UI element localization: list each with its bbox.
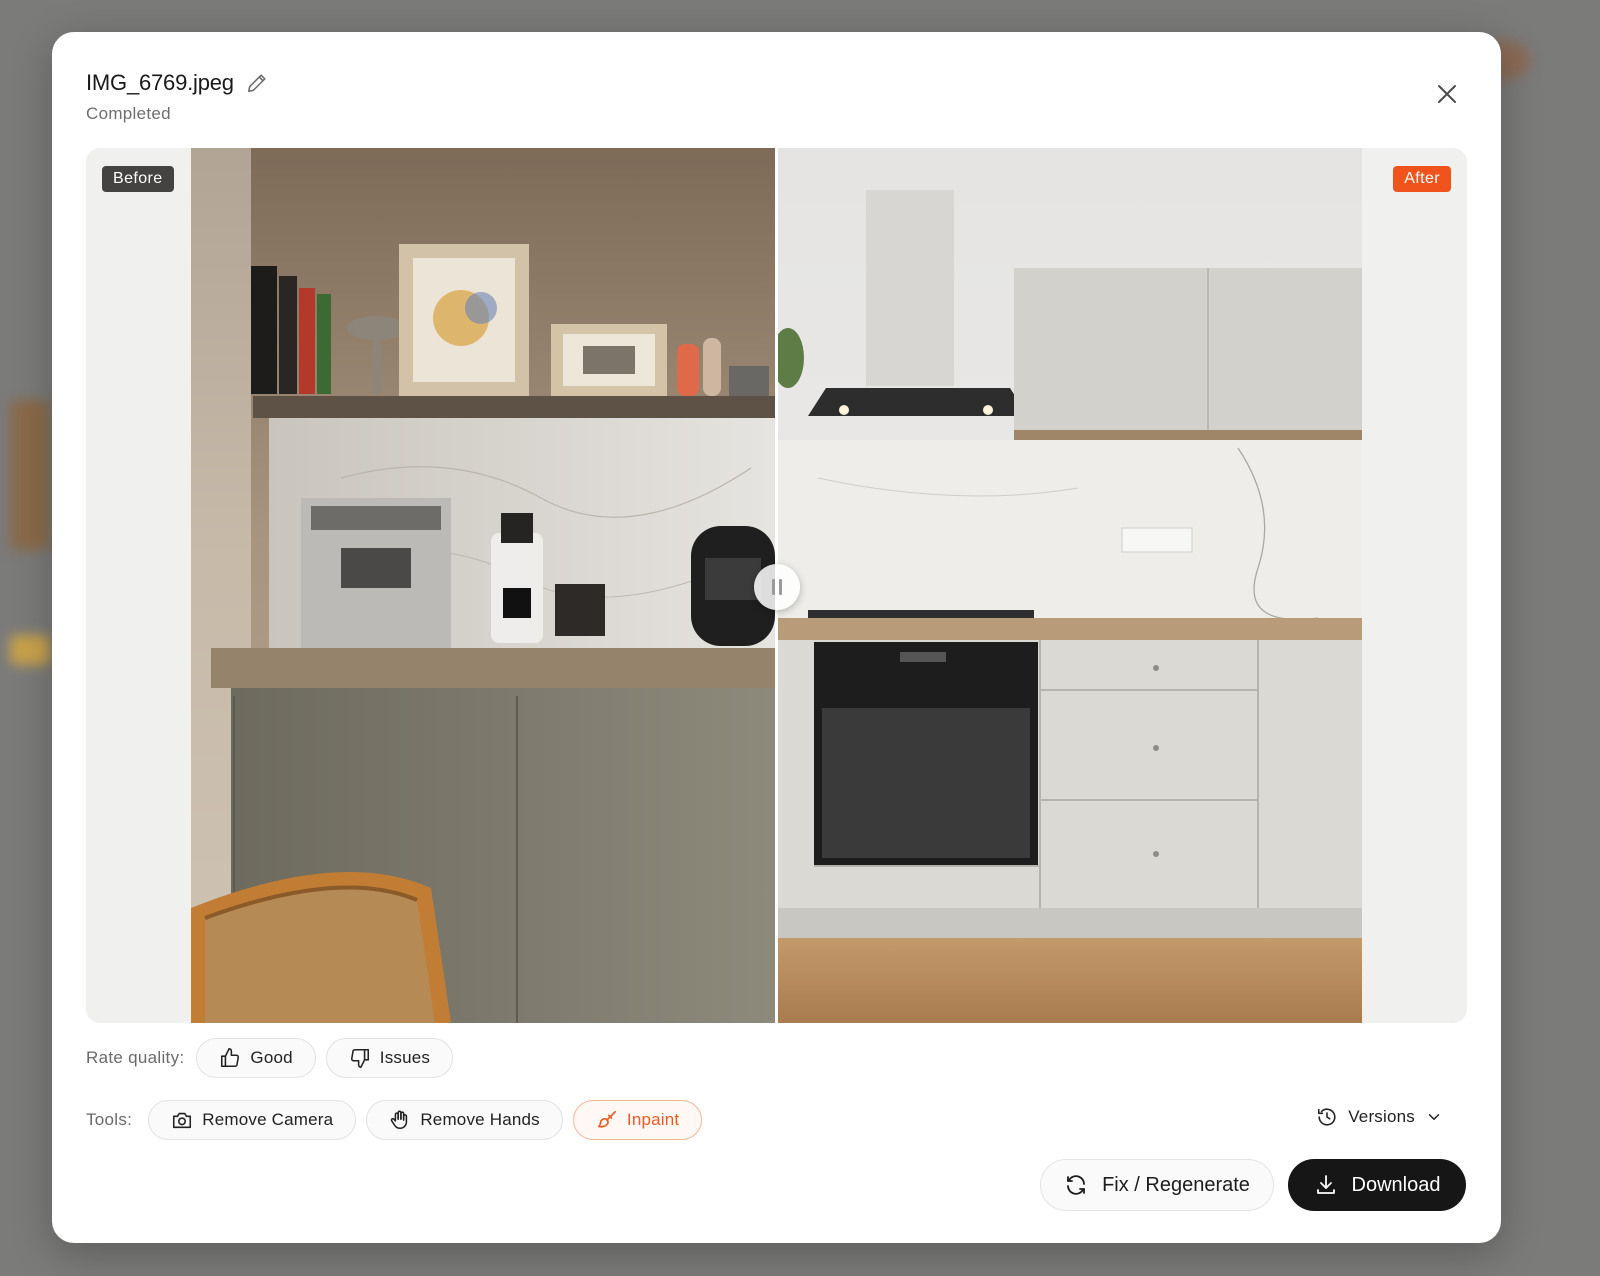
status-text: Completed <box>86 104 171 123</box>
brush-icon <box>597 1110 616 1128</box>
hand-icon <box>391 1110 408 1130</box>
remove-hands-label: Remove Hands <box>420 1110 540 1129</box>
rating-row: Rate quality: Good Issues <box>86 1038 454 1078</box>
thumbs-up-icon <box>221 1048 240 1068</box>
thumbs-down-icon <box>350 1048 369 1068</box>
after-image <box>778 148 1362 1023</box>
before-after-comparison[interactable]: Before After <box>86 148 1467 1023</box>
good-button[interactable]: Good <box>196 1038 316 1078</box>
refresh-icon <box>1067 1175 1085 1195</box>
file-name: IMG_6769.jpeg <box>86 70 234 95</box>
inpaint-button[interactable]: Inpaint <box>572 1100 703 1140</box>
slider-handle[interactable] <box>754 564 800 610</box>
remove-camera-button[interactable]: Remove Camera <box>148 1100 357 1140</box>
camera-icon <box>173 1112 192 1129</box>
image-detail-modal: IMG_6769.jpeg Completed Before After Rat… <box>52 32 1501 1243</box>
issues-label: Issues <box>379 1048 431 1067</box>
chevron-down-icon <box>1428 1114 1440 1120</box>
inpaint-label: Inpaint <box>626 1110 680 1129</box>
fix-regenerate-label: Fix / Regenerate <box>1102 1173 1250 1196</box>
background-badge <box>10 635 50 665</box>
download-button[interactable]: Download <box>1288 1159 1466 1211</box>
history-icon <box>1318 1108 1336 1126</box>
tools-row: Tools: Remove Camera Remove Hands Inpain… <box>86 1100 703 1140</box>
download-label: Download <box>1351 1173 1441 1196</box>
title-row: IMG_6769.jpeg <box>86 70 268 96</box>
before-badge: Before <box>102 166 174 192</box>
pencil-icon[interactable] <box>246 72 268 94</box>
background-thumbnail <box>10 400 50 550</box>
remove-camera-label: Remove Camera <box>202 1110 334 1129</box>
before-image <box>191 148 775 1023</box>
close-icon[interactable] <box>1433 80 1461 108</box>
rating-label: Rate quality: <box>86 1048 185 1067</box>
versions-label: Versions <box>1348 1107 1415 1126</box>
versions-dropdown[interactable]: Versions <box>1316 1106 1443 1128</box>
tools-label: Tools: <box>86 1110 133 1129</box>
good-label: Good <box>250 1048 293 1067</box>
issues-button[interactable]: Issues <box>325 1038 454 1078</box>
after-badge: After <box>1393 166 1451 192</box>
grip-bar <box>772 579 775 595</box>
remove-hands-button[interactable]: Remove Hands <box>366 1100 563 1140</box>
fix-regenerate-button[interactable]: Fix / Regenerate <box>1040 1159 1274 1211</box>
download-icon <box>1316 1175 1335 1194</box>
grip-bar <box>779 579 782 595</box>
